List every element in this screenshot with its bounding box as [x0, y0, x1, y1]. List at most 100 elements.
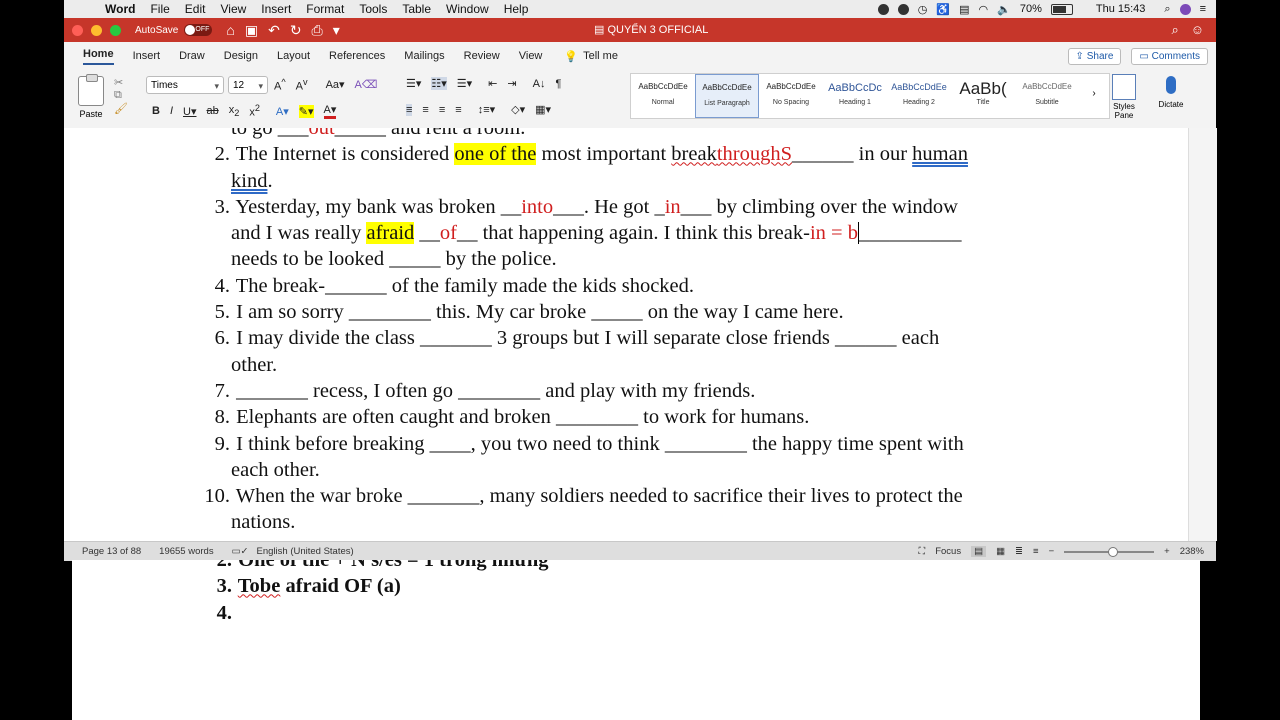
zoom-window-button[interactable]: [110, 24, 121, 36]
print-icon[interactable]: ⎙: [312, 22, 323, 39]
tab-draw[interactable]: Draw: [179, 50, 205, 62]
menu-edit[interactable]: Edit: [185, 2, 206, 16]
change-case-icon[interactable]: Aa▾: [326, 78, 345, 91]
document-canvas[interactable]: to go ___out_____ and rent a room. 2. Th…: [64, 128, 1188, 541]
line-spacing-icon[interactable]: ↕≡▾: [478, 103, 495, 116]
menu-app-name[interactable]: Word: [105, 2, 135, 16]
close-window-button[interactable]: [72, 24, 83, 36]
comments-button[interactable]: ▭ Comments: [1131, 47, 1208, 65]
notification-center-icon[interactable]: ≡: [1200, 3, 1206, 15]
menu-format[interactable]: Format: [306, 2, 344, 16]
bold-icon[interactable]: B: [152, 105, 160, 117]
flag-icon[interactable]: ▤: [959, 3, 969, 16]
background-window[interactable]: 2. One of the + N s/es = 1 trong nhưng 3…: [72, 560, 1200, 720]
paste-button[interactable]: Paste: [76, 74, 106, 119]
time-machine-icon[interactable]: ◷: [918, 3, 928, 16]
minimize-window-button[interactable]: [91, 24, 102, 36]
multilevel-list-icon[interactable]: ☰▾: [457, 77, 472, 90]
style-heading-1[interactable]: AaBbCcDc Heading 1: [823, 74, 887, 118]
italic-icon[interactable]: I: [170, 105, 173, 117]
text-effects-icon[interactable]: A▾: [276, 105, 289, 118]
menu-help[interactable]: Help: [504, 2, 529, 16]
subscript-icon[interactable]: x2: [229, 104, 240, 118]
battery-icon[interactable]: [1050, 3, 1073, 15]
menu-window[interactable]: Window: [446, 2, 489, 16]
clock[interactable]: Thu 15:43: [1096, 3, 1146, 15]
menu-tools[interactable]: Tools: [359, 2, 387, 16]
focus-button[interactable]: Focus: [935, 546, 961, 557]
highlight-icon[interactable]: ✎▾: [298, 104, 314, 118]
search-icon[interactable]: ⌕: [1171, 22, 1178, 38]
clear-formatting-icon[interactable]: A⌫: [355, 78, 378, 91]
volume-icon[interactable]: 🔈: [997, 3, 1011, 16]
shrink-font-icon[interactable]: Av: [296, 77, 308, 93]
redo-icon[interactable]: ↻: [290, 22, 302, 39]
outline-icon[interactable]: ≣: [1015, 546, 1023, 557]
autosave-toggle[interactable]: OFF: [184, 24, 213, 36]
format-painter-icon[interactable]: 🖌: [114, 102, 128, 115]
siri-icon[interactable]: [1179, 3, 1191, 15]
home-icon[interactable]: ⌂: [226, 22, 234, 39]
undo-icon[interactable]: ↶: [268, 22, 280, 39]
tell-me-search[interactable]: 💡 Tell me: [564, 50, 618, 63]
print-layout-icon[interactable]: ▤: [971, 546, 987, 557]
record-icon[interactable]: [877, 3, 889, 15]
styles-pane-button[interactable]: Styles Pane: [1108, 74, 1140, 120]
style-no-spacing[interactable]: AaBbCcDdEe No Spacing: [759, 74, 823, 118]
share-button[interactable]: ⇪ Share: [1067, 47, 1122, 65]
dictate-button[interactable]: Dictate: [1154, 74, 1188, 109]
font-name-select[interactable]: Times: [146, 76, 224, 95]
tab-layout[interactable]: Layout: [277, 50, 310, 62]
menu-table[interactable]: Table: [402, 2, 431, 16]
zoom-level[interactable]: 238%: [1180, 546, 1204, 557]
numbering-icon[interactable]: ☷▾: [431, 77, 447, 90]
font-color-icon[interactable]: A▾: [323, 103, 337, 119]
tab-insert[interactable]: Insert: [133, 50, 161, 62]
style-normal[interactable]: AaBbCcDdEe Normal: [631, 74, 695, 118]
vertical-scrollbar[interactable]: [1188, 128, 1217, 541]
shading-icon[interactable]: ◇▾: [511, 103, 525, 116]
justify-icon[interactable]: ≡: [455, 104, 461, 116]
proofing-icon[interactable]: ▭✓: [232, 546, 249, 557]
styles-more-icon[interactable]: ›: [1079, 74, 1109, 118]
customize-qat-icon[interactable]: ▾: [333, 22, 340, 39]
align-right-icon[interactable]: ≡: [439, 104, 445, 116]
focus-icon[interactable]: ⛶: [919, 546, 926, 557]
cloud-icon[interactable]: [897, 3, 909, 15]
style-title[interactable]: AaBb(Title: [951, 74, 1015, 118]
menu-insert[interactable]: Insert: [261, 2, 291, 16]
bullets-icon[interactable]: ☰▾: [406, 77, 421, 90]
wifi-icon[interactable]: ◠: [979, 3, 989, 16]
grow-font-icon[interactable]: A^: [274, 77, 286, 93]
style-list-paragraph[interactable]: AaBbCcDdEe List Paragraph: [695, 74, 759, 118]
tab-references[interactable]: References: [329, 50, 385, 62]
tab-review[interactable]: Review: [464, 50, 500, 62]
style-subtitle[interactable]: AaBbCcDdEe Subtitle: [1015, 74, 1079, 118]
page-count[interactable]: Page 13 of 88: [82, 546, 141, 557]
increase-indent-icon[interactable]: ⇥: [507, 77, 516, 90]
language-status[interactable]: English (United States): [257, 546, 354, 557]
tab-view[interactable]: View: [519, 50, 543, 62]
tab-home[interactable]: Home: [83, 48, 114, 65]
document-body[interactable]: to go ___out_____ and rent a room. 2. Th…: [194, 128, 1054, 536]
show-formatting-icon[interactable]: ¶: [555, 78, 561, 90]
word-count[interactable]: 19655 words: [159, 546, 213, 557]
menu-view[interactable]: View: [220, 2, 246, 16]
tab-design[interactable]: Design: [224, 50, 258, 62]
copy-icon[interactable]: ⧉: [114, 89, 122, 102]
spotlight-icon[interactable]: ⌕: [1164, 3, 1170, 16]
save-icon[interactable]: ▣: [245, 22, 258, 39]
zoom-slider[interactable]: [1064, 546, 1155, 557]
strikethrough-icon[interactable]: ab: [206, 105, 218, 117]
align-left-icon[interactable]: ≡: [406, 103, 413, 116]
underline-icon[interactable]: U▾: [183, 105, 196, 118]
accessibility-icon[interactable]: ♿: [936, 3, 950, 16]
style-heading-2[interactable]: AaBbCcDdEe Heading 2: [887, 74, 951, 118]
decrease-indent-icon[interactable]: ⇤: [488, 77, 497, 90]
zoom-in-icon[interactable]: +: [1164, 546, 1170, 557]
draft-icon[interactable]: ≡: [1033, 546, 1039, 557]
zoom-out-icon[interactable]: −: [1049, 546, 1055, 557]
menu-file[interactable]: File: [150, 2, 169, 16]
align-center-icon[interactable]: ≡: [422, 104, 428, 116]
superscript-icon[interactable]: x2: [249, 103, 260, 119]
